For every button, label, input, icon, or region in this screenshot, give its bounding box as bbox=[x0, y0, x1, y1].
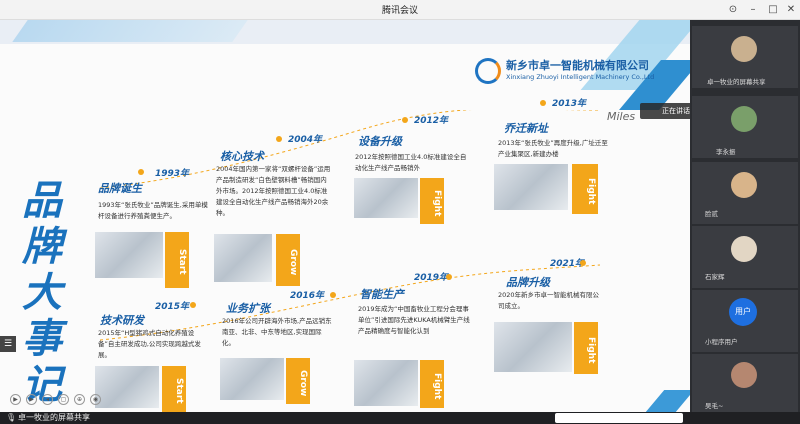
event-photo bbox=[494, 164, 568, 210]
event-description: 2015年“H型猪鸡式自动化养殖设备”自主研发成功,公司实现跨越式发展。 bbox=[98, 329, 201, 359]
side-menu-handle[interactable]: ☰ bbox=[0, 336, 16, 352]
event-title: 核心技术 bbox=[220, 150, 264, 163]
event-year: 2016年 bbox=[290, 291, 325, 301]
event-description: 2020年新乡市卓一智能机械有限公司成立。 bbox=[498, 291, 600, 310]
company-name-cn: 新乡市卓一智能机械有限公司 bbox=[506, 59, 649, 72]
event-year: 2015年 bbox=[155, 302, 190, 312]
timeline-dot bbox=[402, 117, 408, 123]
timeline-dot bbox=[190, 302, 196, 308]
zoom-icon[interactable]: ⊕ bbox=[74, 394, 85, 405]
participant-name: 脸贰 bbox=[705, 210, 718, 218]
participant-name: 李永振 bbox=[716, 148, 736, 156]
timeline-dot bbox=[276, 136, 282, 142]
event-title: 乔迁新址 bbox=[504, 122, 548, 135]
participant-name: 吴毛~ bbox=[705, 402, 724, 410]
shared-screen: 新乡市卓一智能机械有限公司 Xinxiang Zhuoyi Intelligen… bbox=[0, 20, 690, 412]
event-photo bbox=[220, 358, 284, 400]
event-title: 智能生产 bbox=[360, 288, 404, 301]
event-tag: Fight bbox=[420, 360, 444, 408]
event-tag: Fight bbox=[574, 322, 598, 374]
event-tag: Grow bbox=[286, 358, 310, 404]
event-year: 2013年 bbox=[552, 99, 587, 109]
event-tag: Grow bbox=[276, 234, 300, 286]
share-label: 卓一牧业的屏幕共享 bbox=[18, 413, 90, 422]
event-photo bbox=[354, 360, 418, 406]
pin-icon[interactable]: ⊙ bbox=[725, 2, 741, 18]
avatar bbox=[731, 172, 757, 198]
event-photo bbox=[95, 232, 163, 278]
event-title: 设备升级 bbox=[358, 135, 402, 148]
event-year: 1993年 bbox=[155, 169, 190, 179]
event-description: 2016年公司开辟海外市场,产品远销东南亚、北非、中东等地区,实现国际化。 bbox=[222, 317, 332, 347]
event-title: 业务扩张 bbox=[226, 302, 270, 315]
avatar bbox=[731, 362, 757, 388]
event-photo bbox=[214, 234, 272, 282]
input-method-toolbar[interactable] bbox=[555, 413, 683, 423]
slide-decoration bbox=[645, 390, 690, 412]
event-description: 2004年国内第一家将“双螺杆设备”运用产品制造研发“白色壁钢料槽”畅销国内外市… bbox=[216, 165, 331, 217]
participant-name: 小程序用户 bbox=[705, 338, 738, 346]
event-title: 品牌诞生 bbox=[98, 182, 142, 195]
event-description: 2013年“张氏牧业”再度升级,广址迁至产业集聚区,新建办楼 bbox=[498, 139, 608, 158]
event-year: 2004年 bbox=[288, 135, 323, 145]
event-year: 2019年 bbox=[414, 273, 449, 283]
play-icon[interactable]: ▶ bbox=[10, 394, 21, 405]
company-logo bbox=[475, 58, 501, 84]
event-description: 1993年“张氏牧业”品牌诞生,采用单模杆设备进行养殖粪便生产。 bbox=[98, 201, 208, 220]
event-title: 技术研发 bbox=[100, 314, 144, 327]
event-photo bbox=[494, 322, 572, 372]
avatar bbox=[731, 106, 757, 132]
participant-name: 石家辉 bbox=[705, 273, 725, 281]
company-name-en: Xinxiang Zhuoyi Intelligent Machinery Co… bbox=[506, 73, 655, 81]
event-title: 品牌升级 bbox=[506, 276, 550, 289]
avatar bbox=[731, 36, 757, 62]
close-button[interactable]: ✕ bbox=[783, 2, 799, 18]
event-year: 2021年 bbox=[550, 259, 585, 269]
event-photo bbox=[354, 178, 418, 218]
avatar: 用户 bbox=[729, 298, 757, 326]
event-description: 2019年成为“中国畜牧业工程分会理事单位”引进国际先进KUKA机械臂生产线产品… bbox=[358, 305, 470, 335]
event-photo bbox=[95, 366, 159, 408]
event-year: 2012年 bbox=[414, 116, 449, 126]
event-tag: Start bbox=[165, 232, 189, 288]
maximize-button[interactable]: □ bbox=[765, 2, 781, 18]
pause-icon[interactable]: ▶ bbox=[26, 394, 37, 405]
event-tag: Fight bbox=[572, 164, 598, 214]
cursor-icon[interactable]: ◂ bbox=[42, 394, 53, 405]
participant-name: 卓一牧业的屏幕共享 bbox=[707, 78, 766, 86]
slide-decoration bbox=[12, 20, 248, 42]
window-title: 腾讯会议 bbox=[381, 6, 418, 16]
timeline-dot bbox=[540, 100, 546, 106]
event-tag: Fight bbox=[420, 178, 444, 224]
timeline-dot bbox=[330, 292, 336, 298]
mic-icon[interactable]: 🎙 bbox=[6, 413, 16, 422]
timeline-dot bbox=[446, 274, 452, 280]
eye-icon[interactable]: ◉ bbox=[90, 394, 101, 405]
event-description: 2012年按照德国工业4.0标准建设全自动化生产线产品畅销外 bbox=[355, 153, 467, 172]
timeline-dot bbox=[138, 169, 144, 175]
window-titlebar: 腾讯会议 ⊙ – □ ✕ bbox=[0, 0, 800, 20]
minimize-button[interactable]: – bbox=[745, 2, 761, 18]
fullscreen-icon[interactable]: ▢ bbox=[58, 394, 69, 405]
avatar bbox=[731, 236, 757, 262]
timeline-dot bbox=[580, 260, 586, 266]
event-tag: Start bbox=[162, 366, 186, 412]
